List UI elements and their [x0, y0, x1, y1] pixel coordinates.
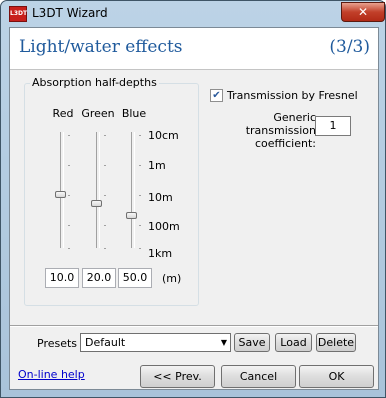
close-button[interactable]: ✕	[341, 2, 385, 22]
wizard-window: L3DT L3DT Wizard ✕ Light/water effects (…	[0, 0, 386, 398]
presets-selected-value: Default	[85, 336, 126, 349]
green-tick	[104, 165, 106, 166]
green-tick	[104, 135, 106, 136]
fresnel-checkbox[interactable]: ✔	[210, 89, 223, 102]
window-title: L3DT Wizard	[32, 6, 108, 20]
green-tick	[104, 195, 106, 196]
presets-label: Presets	[37, 337, 78, 350]
blue-tick	[139, 225, 141, 226]
blue-tick	[139, 165, 141, 166]
wizard-header: Light/water effects (3/3)	[10, 28, 378, 70]
red-tick	[68, 225, 70, 226]
online-help-link[interactable]: On-line help	[18, 368, 85, 381]
coefficient-input[interactable]: 1	[315, 116, 351, 136]
step-indicator: (3/3)	[329, 37, 370, 57]
green-tick	[104, 248, 106, 249]
red-slider-track[interactable]	[60, 132, 64, 248]
absorption-group-label: Absorption half-depths	[30, 76, 159, 89]
presets-select[interactable]: Default ▼	[80, 333, 231, 352]
scale-label-10m: 10m	[148, 191, 173, 204]
blue-tick	[139, 195, 141, 196]
blue-slider-track[interactable]	[131, 132, 135, 248]
red-value-field[interactable]: 10.0	[45, 268, 79, 288]
delete-preset-button[interactable]: Delete	[316, 333, 356, 352]
chevron-down-icon[interactable]: ▼	[221, 334, 227, 351]
red-tick	[68, 195, 70, 196]
fresnel-checkbox-label[interactable]: Transmission by Fresnel	[227, 89, 358, 102]
red-tick	[68, 135, 70, 136]
coefficient-label-line2: coefficient:	[254, 137, 316, 150]
green-value-field[interactable]: 20.0	[82, 268, 116, 288]
scale-label-10cm: 10cm	[148, 129, 179, 142]
cancel-button[interactable]: Cancel	[221, 365, 296, 388]
save-preset-button[interactable]: Save	[234, 333, 270, 352]
page-title: Light/water effects	[19, 37, 183, 57]
coefficient-label-line1: Generic transmission	[245, 111, 316, 137]
blue-tick	[139, 248, 141, 249]
coefficient-label: Generic transmission coefficient:	[206, 111, 316, 150]
prev-button[interactable]: << Prev.	[140, 365, 215, 388]
title-bar[interactable]: L3DT L3DT Wizard ✕	[1, 1, 385, 26]
red-tick	[68, 165, 70, 166]
blue-value-field[interactable]: 50.0	[118, 268, 152, 288]
blue-tick	[139, 135, 141, 136]
separator	[10, 325, 378, 327]
green-column-label: Green	[81, 107, 115, 120]
load-preset-button[interactable]: Load	[275, 333, 312, 352]
green-slider-thumb[interactable]	[91, 200, 102, 207]
green-tick	[104, 225, 106, 226]
blue-column-label: Blue	[121, 107, 147, 120]
scale-label-1km: 1km	[148, 247, 173, 260]
unit-label: (m)	[162, 272, 182, 285]
scale-label-100m: 100m	[148, 220, 180, 233]
red-column-label: Red	[52, 107, 74, 120]
green-slider-track[interactable]	[96, 132, 100, 248]
ok-button[interactable]: OK	[299, 365, 374, 388]
blue-slider-thumb[interactable]	[126, 212, 137, 219]
red-tick	[68, 248, 70, 249]
app-logo-icon: L3DT	[9, 6, 27, 22]
red-slider-thumb[interactable]	[55, 191, 66, 198]
dialog-body: Light/water effects (3/3) Absorption hal…	[9, 27, 379, 390]
scale-label-1m: 1m	[148, 159, 166, 172]
